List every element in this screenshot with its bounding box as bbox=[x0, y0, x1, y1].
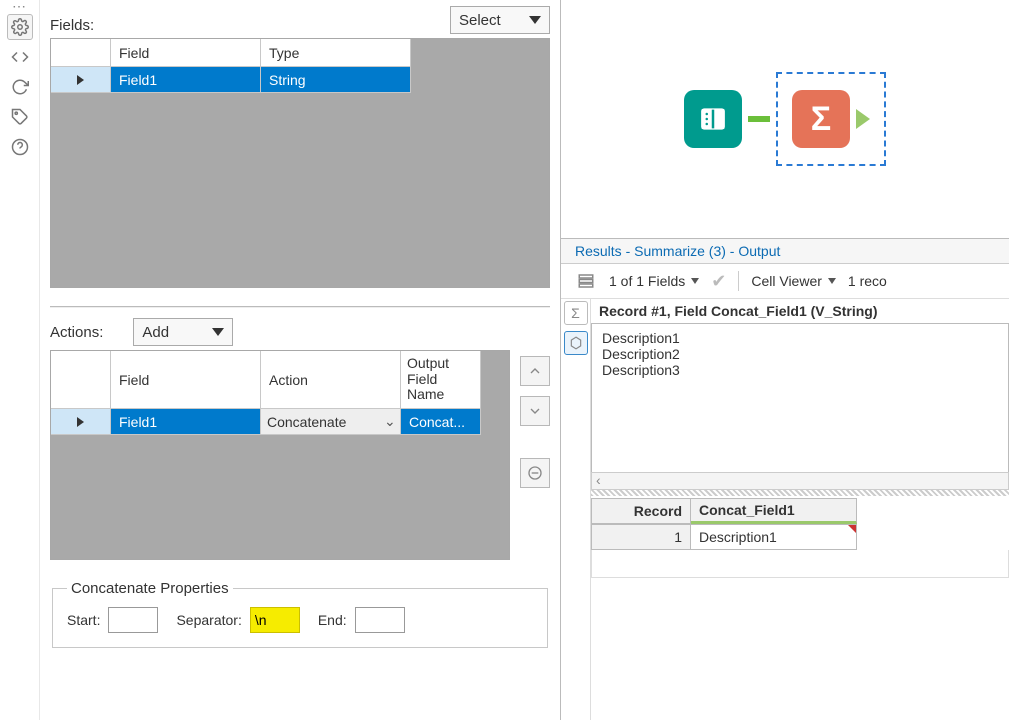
config-panel: Fields: Select Field Type Field1 String … bbox=[40, 0, 560, 720]
acell-field[interactable]: Field1 bbox=[111, 409, 261, 435]
col-field[interactable]: Field bbox=[111, 39, 261, 67]
cell-concat-text: Description1 bbox=[699, 529, 777, 545]
concat-sep-input[interactable] bbox=[250, 607, 300, 633]
col-record[interactable]: Record bbox=[591, 498, 691, 524]
acol-action[interactable]: Action bbox=[261, 351, 401, 409]
tool-summarize[interactable]: Σ bbox=[792, 90, 850, 148]
record-title: Record #1, Field Concat_Field1 (V_String… bbox=[591, 299, 1009, 323]
move-down-button[interactable] bbox=[520, 396, 550, 426]
results-view-tabs: Σ bbox=[561, 299, 591, 720]
remove-button[interactable] bbox=[520, 458, 550, 488]
divider bbox=[50, 306, 550, 308]
connection-line bbox=[748, 116, 770, 122]
fields-label: Fields: bbox=[50, 17, 94, 34]
concatenate-properties-group: Concatenate Properties Start: Separator:… bbox=[52, 580, 548, 648]
table-row[interactable]: 1 Description1 bbox=[591, 524, 1009, 550]
acol-out[interactable]: Output Field Name bbox=[401, 351, 481, 409]
concat-start-input[interactable] bbox=[108, 607, 158, 633]
concat-end-input[interactable] bbox=[355, 607, 405, 633]
actions-add-label: Add bbox=[142, 324, 169, 341]
table-empty-area bbox=[591, 550, 1009, 578]
acell-action-text: Concatenate bbox=[267, 414, 346, 430]
concat-sep-label: Separator: bbox=[176, 612, 241, 628]
horizontal-scrollbar[interactable] bbox=[591, 472, 1009, 490]
actions-add-dropdown[interactable]: Add bbox=[133, 318, 233, 346]
workflow-canvas[interactable]: Σ bbox=[561, 0, 1009, 238]
cell-type[interactable]: String bbox=[261, 67, 411, 93]
more-icon[interactable]: ⋯ bbox=[12, 0, 27, 10]
row-arrow-icon bbox=[77, 417, 84, 427]
fields-select-label: Select bbox=[459, 12, 501, 29]
chevron-down-icon bbox=[529, 16, 541, 24]
sigma-icon: Σ bbox=[811, 100, 831, 139]
left-icon-strip: ⋯ bbox=[0, 0, 40, 720]
chevron-down-icon bbox=[691, 278, 699, 284]
col-concat[interactable]: Concat_Field1 bbox=[691, 498, 857, 524]
move-up-button[interactable] bbox=[520, 356, 550, 386]
acell-out[interactable]: Concat... bbox=[401, 409, 481, 435]
fields-grid[interactable]: Field Type Field1 String bbox=[50, 38, 550, 288]
acol-field[interactable]: Field bbox=[111, 351, 261, 409]
concat-end-label: End: bbox=[318, 612, 347, 628]
concat-start-label: Start: bbox=[67, 612, 100, 628]
field-count-dropdown[interactable]: 1 of 1 Fields bbox=[609, 273, 699, 289]
chevron-down-icon: ⌄ bbox=[384, 413, 394, 430]
row-arrow-icon bbox=[77, 75, 84, 85]
reorder-buttons bbox=[520, 350, 550, 560]
arow-indicator[interactable] bbox=[51, 409, 111, 435]
selected-tool-box: Σ bbox=[776, 72, 886, 166]
cell-viewer-text: Cell Viewer bbox=[751, 273, 822, 289]
output-anchor-icon[interactable] bbox=[856, 109, 870, 129]
field-count-text: 1 of 1 Fields bbox=[609, 273, 685, 289]
acell-action-dropdown[interactable]: Concatenate ⌄ bbox=[261, 409, 401, 435]
chevron-down-icon bbox=[212, 328, 224, 336]
results-table[interactable]: Record Concat_Field1 1 Description1 bbox=[591, 498, 1009, 550]
actions-grid[interactable]: Field Action Output Field Name Field1 Co… bbox=[50, 350, 510, 560]
cell-viewer-dropdown[interactable]: Cell Viewer bbox=[751, 273, 836, 289]
actions-label: Actions: bbox=[50, 324, 103, 341]
results-toolbar: 1 of 1 Fields ✔ Cell Viewer 1 reco bbox=[561, 264, 1009, 299]
cell-record-num: 1 bbox=[591, 524, 691, 550]
row-header-blank[interactable] bbox=[51, 39, 111, 67]
chevron-down-icon bbox=[828, 278, 836, 284]
tag-icon[interactable] bbox=[7, 104, 33, 130]
help-icon[interactable] bbox=[7, 134, 33, 160]
fields-select-dropdown[interactable]: Select bbox=[450, 6, 550, 34]
row-indicator[interactable] bbox=[51, 67, 111, 93]
cell-view-tab[interactable] bbox=[564, 331, 588, 355]
layout-icon[interactable] bbox=[575, 270, 597, 292]
sigma-view-tab[interactable]: Σ bbox=[564, 301, 588, 325]
concat-legend: Concatenate Properties bbox=[67, 580, 233, 597]
check-icon[interactable]: ✔ bbox=[711, 271, 726, 292]
gear-icon[interactable] bbox=[7, 14, 33, 40]
truncated-icon bbox=[848, 525, 856, 533]
splitter-grip[interactable] bbox=[591, 490, 1009, 496]
record-body[interactable]: Description1 Description2 Description3 bbox=[591, 323, 1009, 473]
results-header: Results - Summarize (3) - Output bbox=[561, 238, 1009, 264]
record-summary: 1 reco bbox=[848, 273, 887, 289]
code-icon[interactable] bbox=[7, 44, 33, 70]
separator bbox=[738, 271, 739, 291]
right-pane: Σ Results - Summarize (3) - Output 1 of … bbox=[560, 0, 1009, 720]
tool-text-input[interactable] bbox=[684, 90, 742, 148]
col-type[interactable]: Type bbox=[261, 39, 411, 67]
cell-concat-val: Description1 bbox=[691, 524, 857, 550]
arow-head-blank[interactable] bbox=[51, 351, 111, 409]
sigma-icon: Σ bbox=[571, 305, 580, 321]
results-title: Results - Summarize (3) - Output bbox=[575, 243, 780, 259]
cell-field[interactable]: Field1 bbox=[111, 67, 261, 93]
refresh-icon[interactable] bbox=[7, 74, 33, 100]
